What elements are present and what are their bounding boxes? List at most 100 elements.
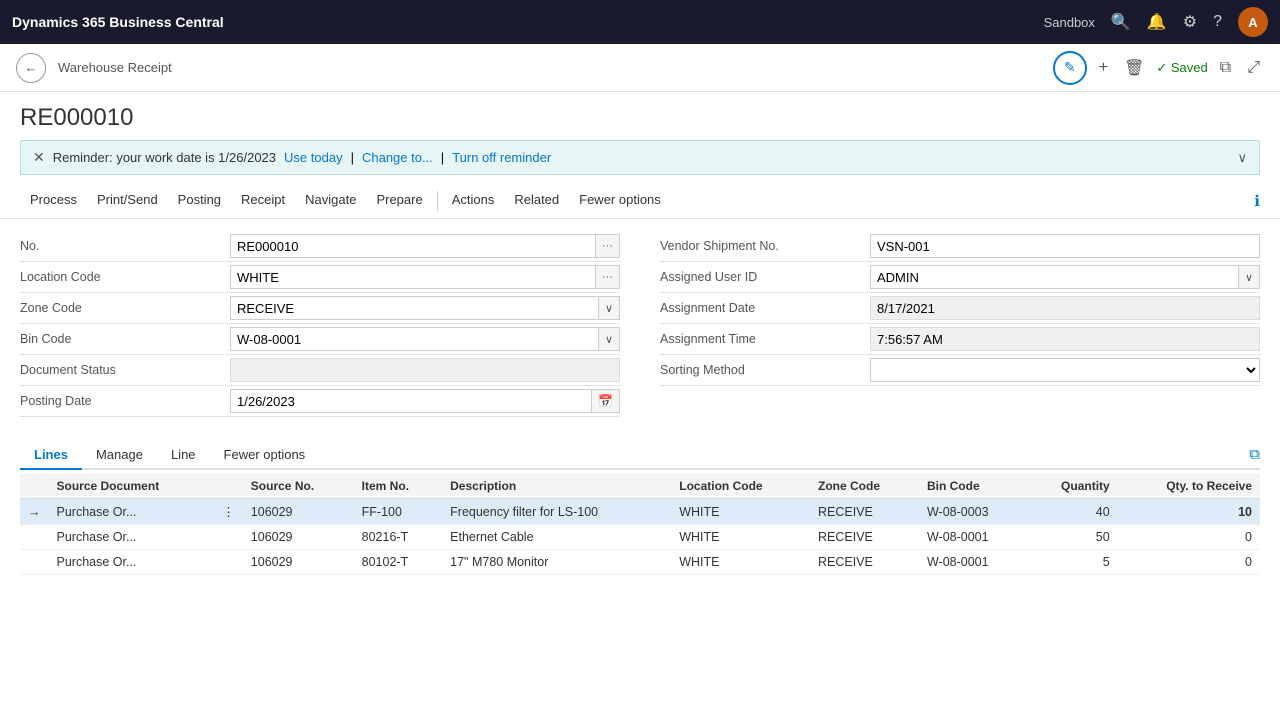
bin-code-input[interactable]	[230, 327, 599, 351]
page-content: ← Warehouse Receipt ✎ + 🗑 ✓ Saved ⧉ ⤢ RE…	[0, 44, 1280, 720]
zone-code-cell: RECEIVE	[810, 499, 919, 525]
reminder-close-button[interactable]: ✕	[33, 149, 45, 166]
quantity-cell: 40	[1027, 499, 1117, 525]
qty-to-receive-cell: 0	[1118, 525, 1260, 550]
ribbon-posting[interactable]: Posting	[168, 183, 231, 219]
location-code-ellipsis-btn[interactable]: ···	[596, 265, 620, 289]
quantity-cell: 50	[1027, 525, 1117, 550]
location-code-label: Location Code	[20, 270, 230, 284]
location-code-field: ···	[230, 265, 620, 289]
no-label: No.	[20, 239, 230, 253]
qty-to-receive-cell: 10	[1118, 499, 1260, 525]
reminder-text: Reminder: your work date is 1/26/2023	[53, 150, 276, 165]
user-avatar[interactable]: A	[1238, 7, 1268, 37]
row-menu-button[interactable]	[214, 550, 243, 575]
source-document-cell: Purchase Or...	[49, 550, 215, 575]
form-row-sorting-method: Sorting Method	[660, 355, 1260, 386]
bell-icon[interactable]: 🔔	[1147, 12, 1167, 32]
no-ellipsis-btn[interactable]: ···	[596, 234, 620, 258]
bin-code-cell: W-08-0003	[919, 499, 1027, 525]
posting-date-calendar-btn[interactable]: 📅	[592, 389, 620, 413]
tab-manage[interactable]: Manage	[82, 441, 157, 470]
row-arrow-indicator	[20, 525, 49, 550]
posting-date-input[interactable]	[230, 389, 592, 413]
assignment-time-input	[870, 327, 1260, 351]
document-number: RE000010	[0, 92, 1280, 136]
sorting-method-select[interactable]	[870, 358, 1260, 382]
assignment-time-field	[870, 327, 1260, 351]
col-zone-code: Zone Code	[810, 474, 919, 499]
col-menu	[214, 474, 243, 499]
zone-code-cell: RECEIVE	[810, 525, 919, 550]
open-new-window-button[interactable]: ⧉	[1216, 55, 1235, 81]
assigned-user-input[interactable]	[870, 265, 1239, 289]
ribbon-process[interactable]: Process	[20, 183, 87, 219]
header-actions: ✎ + 🗑 ✓ Saved ⧉ ⤢	[1053, 51, 1264, 85]
ribbon-actions[interactable]: Actions	[442, 183, 505, 219]
page-title: Warehouse Receipt	[58, 60, 172, 75]
description-cell: Ethernet Cable	[442, 525, 671, 550]
ribbon-receipt[interactable]: Receipt	[231, 183, 295, 219]
back-button[interactable]: ←	[16, 53, 46, 83]
row-menu-button[interactable]	[214, 525, 243, 550]
form-right: Vendor Shipment No. Assigned User ID ∨ A…	[660, 231, 1260, 417]
ribbon-navigate[interactable]: Navigate	[295, 183, 366, 219]
bin-code-dropdown-btn[interactable]: ∨	[599, 327, 620, 351]
description-cell: 17" M780 Monitor	[442, 550, 671, 575]
ribbon-related[interactable]: Related	[504, 183, 569, 219]
form-row-bin-code: Bin Code ∨	[20, 324, 620, 355]
help-icon[interactable]: ?	[1213, 13, 1222, 31]
form-row-assignment-date: Assignment Date	[660, 293, 1260, 324]
use-today-link[interactable]: Use today	[284, 150, 343, 165]
lines-expand-icon[interactable]: ⧉	[1249, 446, 1260, 463]
item-no-cell: 80102-T	[354, 550, 442, 575]
search-icon[interactable]: 🔍	[1111, 12, 1131, 32]
assignment-date-input	[870, 296, 1260, 320]
col-qty-to-receive: Qty. to Receive	[1118, 474, 1260, 499]
location-code-cell: WHITE	[671, 525, 810, 550]
tab-line[interactable]: Line	[157, 441, 210, 470]
sorting-method-label: Sorting Method	[660, 363, 870, 377]
no-field: ···	[230, 234, 620, 258]
no-input[interactable]	[230, 234, 596, 258]
vendor-shipment-input[interactable]	[870, 234, 1260, 258]
form-row-no: No. ···	[20, 231, 620, 262]
col-bin-code: Bin Code	[919, 474, 1027, 499]
row-menu-button[interactable]: ⋮	[214, 499, 243, 525]
zone-code-dropdown-btn[interactable]: ∨	[599, 296, 620, 320]
form-row-location-code: Location Code ···	[20, 262, 620, 293]
form-row-assigned-user: Assigned User ID ∨	[660, 262, 1260, 293]
col-source-no: Source No.	[243, 474, 354, 499]
location-code-input[interactable]	[230, 265, 596, 289]
info-icon[interactable]: ℹ	[1254, 192, 1260, 210]
ribbon-fewer-options[interactable]: Fewer options	[569, 183, 671, 219]
source-document-cell: Purchase Or...	[49, 525, 215, 550]
delete-button[interactable]: 🗑	[1120, 54, 1148, 82]
source-no-cell: 106029	[243, 499, 354, 525]
bin-code-label: Bin Code	[20, 332, 230, 346]
assigned-user-dropdown-btn[interactable]: ∨	[1239, 265, 1260, 289]
ribbon-print-send[interactable]: Print/Send	[87, 183, 168, 219]
tab-fewer-options[interactable]: Fewer options	[210, 441, 320, 470]
expand-button[interactable]: ⤢	[1243, 55, 1264, 81]
tab-lines[interactable]: Lines	[20, 441, 82, 470]
reminder-bar: ✕ Reminder: your work date is 1/26/2023 …	[20, 140, 1260, 175]
turn-off-reminder-link[interactable]: Turn off reminder	[452, 150, 551, 165]
add-button[interactable]: +	[1095, 55, 1112, 81]
edit-button[interactable]: ✎	[1053, 51, 1087, 85]
form-row-zone-code: Zone Code ∨	[20, 293, 620, 324]
table-row[interactable]: →Purchase Or...⋮106029FF-100Frequency fi…	[20, 499, 1260, 525]
settings-icon[interactable]: ⚙	[1183, 12, 1197, 32]
page-header: ← Warehouse Receipt ✎ + 🗑 ✓ Saved ⧉ ⤢	[0, 44, 1280, 92]
sorting-method-field	[870, 358, 1260, 382]
vendor-shipment-label: Vendor Shipment No.	[660, 239, 870, 253]
change-to-link[interactable]: Change to...	[362, 150, 433, 165]
zone-code-input[interactable]	[230, 296, 599, 320]
document-status-input	[230, 358, 620, 382]
ribbon-prepare[interactable]: Prepare	[366, 183, 432, 219]
reminder-expand-icon[interactable]: ∨	[1237, 150, 1247, 166]
table-row[interactable]: Purchase Or...10602980102-T17" M780 Moni…	[20, 550, 1260, 575]
app-brand: Dynamics 365 Business Central	[12, 14, 1036, 30]
posting-date-field: 📅	[230, 389, 620, 413]
table-row[interactable]: Purchase Or...10602980216-TEthernet Cabl…	[20, 525, 1260, 550]
